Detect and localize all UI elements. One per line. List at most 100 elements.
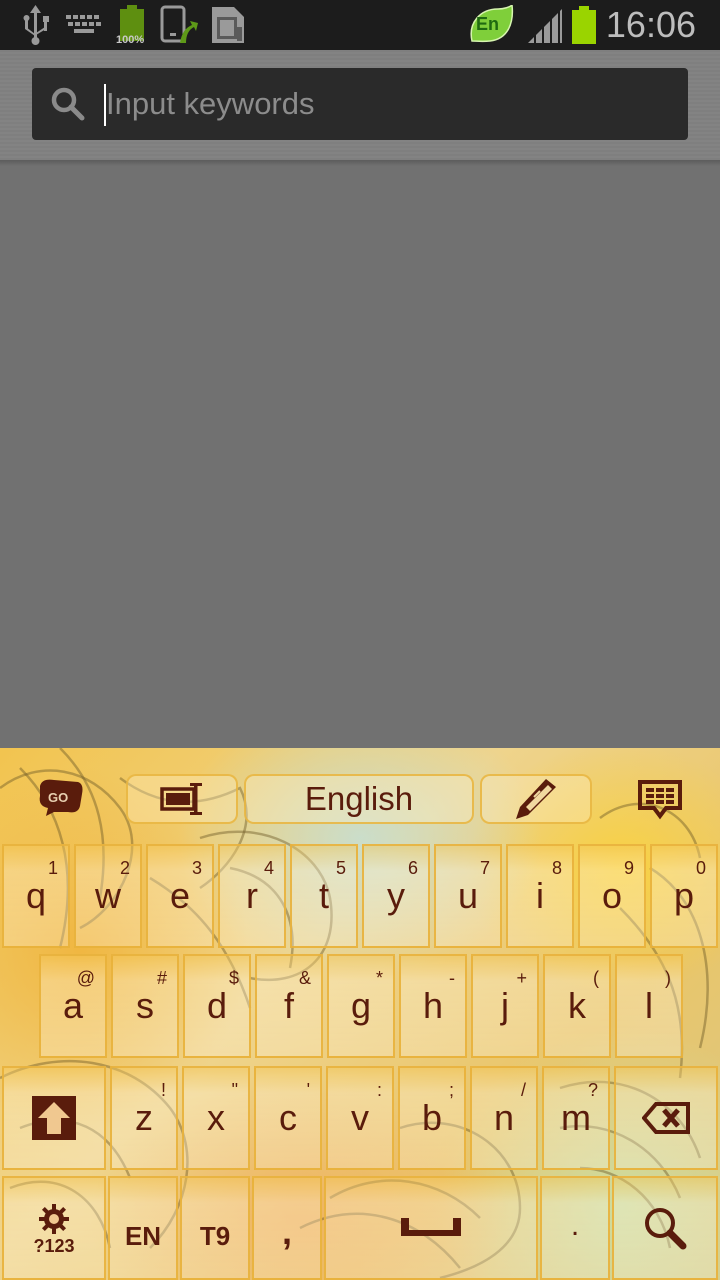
key-label: p [673, 875, 695, 916]
key-label: w [95, 875, 121, 916]
key-d[interactable]: $ d [183, 954, 251, 1058]
key-h[interactable]: -h [399, 954, 467, 1058]
pencil-icon [516, 779, 556, 819]
language-switch-key[interactable]: EN [108, 1176, 178, 1280]
key-q[interactable]: 1q [2, 844, 70, 948]
go-label: GO [48, 790, 69, 805]
language-badge-label: En [476, 14, 500, 34]
period-key[interactable]: . [540, 1176, 610, 1280]
key-l[interactable]: ) l [615, 954, 683, 1058]
key-x[interactable]: " x [182, 1066, 250, 1170]
language-button[interactable]: English [244, 774, 474, 824]
key-n[interactable]: / n [470, 1066, 538, 1170]
search-key[interactable] [612, 1176, 718, 1280]
t9-label: T9 [199, 1221, 231, 1251]
t9-key[interactable]: T9 [180, 1176, 250, 1280]
hide-keyboard-button[interactable] [636, 778, 684, 826]
key-label: e [169, 875, 191, 916]
search-bar-area [0, 50, 720, 160]
key-k[interactable]: (k [543, 954, 611, 1058]
key-label: h [422, 985, 444, 1026]
key-c[interactable]: ' c [254, 1066, 322, 1170]
search-box[interactable] [32, 68, 688, 140]
backspace-icon [642, 1102, 690, 1134]
key-label: j [501, 985, 509, 1026]
key-label: o [601, 875, 623, 916]
key-v[interactable]: :v [326, 1066, 394, 1170]
search-magnifier-icon [645, 1208, 687, 1250]
comma-label: , [281, 1211, 292, 1252]
key-label: l [645, 985, 653, 1026]
status-bar: 100% En 16:06 [0, 0, 720, 50]
key-label: q [25, 875, 47, 916]
key-label: r [246, 875, 258, 916]
battery-percent-label: 100% [116, 34, 145, 46]
keyboard-icon [66, 6, 102, 44]
key-label: f [283, 985, 294, 1026]
key-label: m [561, 1097, 591, 1138]
text-select-button[interactable] [126, 774, 238, 824]
key-i[interactable]: 8i [506, 844, 574, 948]
key-s[interactable]: # s [111, 954, 179, 1058]
key-r[interactable]: 4r [218, 844, 286, 948]
text-cursor-select-icon [160, 783, 202, 815]
key-t[interactable]: 5t [290, 844, 358, 948]
key-o[interactable]: 9o [578, 844, 646, 948]
usb-icon [22, 5, 50, 45]
key-label: g [350, 985, 372, 1026]
clock: 16:06 [605, 4, 696, 45]
key-g[interactable]: * g [327, 954, 395, 1058]
key-label: d [206, 985, 228, 1026]
key-label: z [135, 1097, 153, 1138]
key-label: i [536, 875, 544, 916]
key-b[interactable]: ; b [398, 1066, 466, 1170]
keyboard: GO English 1q2w3e4r5t6y7u8i9o0p @ a # s $ d & f… [0, 748, 720, 1280]
phone-transfer-icon [160, 5, 200, 44]
space-key[interactable] [324, 1176, 538, 1280]
key-z[interactable]: ! z [110, 1066, 178, 1170]
key-a[interactable]: @ a [39, 954, 107, 1058]
space-bar-icon [401, 1218, 461, 1236]
key-label: v [351, 1097, 369, 1138]
key-u[interactable]: 7u [434, 844, 502, 948]
key-label: b [421, 1097, 443, 1138]
comma-key[interactable]: , [252, 1176, 322, 1280]
language-badge-icon: En [468, 5, 514, 44]
key-label: y [387, 875, 405, 916]
sd-card-icon [210, 6, 246, 44]
key-label: x [207, 1097, 225, 1138]
key-label: u [457, 875, 479, 916]
key-label: t [318, 875, 329, 916]
shift-key[interactable] [2, 1066, 106, 1170]
key-p[interactable]: 0p [650, 844, 718, 948]
symbols-label: ?123 [33, 1235, 75, 1256]
key-w[interactable]: 2w [74, 844, 142, 948]
language-label: English [304, 780, 414, 817]
language-switch-label: EN [124, 1221, 162, 1251]
go-button[interactable]: GO [32, 776, 88, 820]
search-input[interactable] [104, 68, 674, 140]
key-label: c [279, 1097, 297, 1138]
text-caret [104, 84, 106, 126]
key-f[interactable]: & f [255, 954, 323, 1058]
key-m[interactable]: ? m [542, 1066, 610, 1170]
key-y[interactable]: 6y [362, 844, 430, 948]
symbols-key[interactable]: ?123 [2, 1176, 106, 1280]
content-area [0, 166, 720, 748]
backspace-key[interactable] [614, 1066, 718, 1170]
key-label: a [62, 985, 84, 1026]
battery-icon [570, 6, 598, 44]
gear-icon [39, 1203, 69, 1234]
signal-icon [528, 6, 564, 44]
battery-notification-icon: 100% [116, 5, 150, 46]
handwriting-button[interactable] [480, 774, 592, 824]
period-label: . [570, 1209, 580, 1242]
shift-arrow-icon [32, 1096, 76, 1140]
key-label: n [493, 1097, 515, 1138]
key-j[interactable]: + j [471, 954, 539, 1058]
keyboard-hide-icon [638, 780, 682, 820]
key-label: k [568, 985, 586, 1026]
search-icon [51, 87, 85, 121]
key-e[interactable]: 3e [146, 844, 214, 948]
key-label: s [136, 985, 154, 1026]
